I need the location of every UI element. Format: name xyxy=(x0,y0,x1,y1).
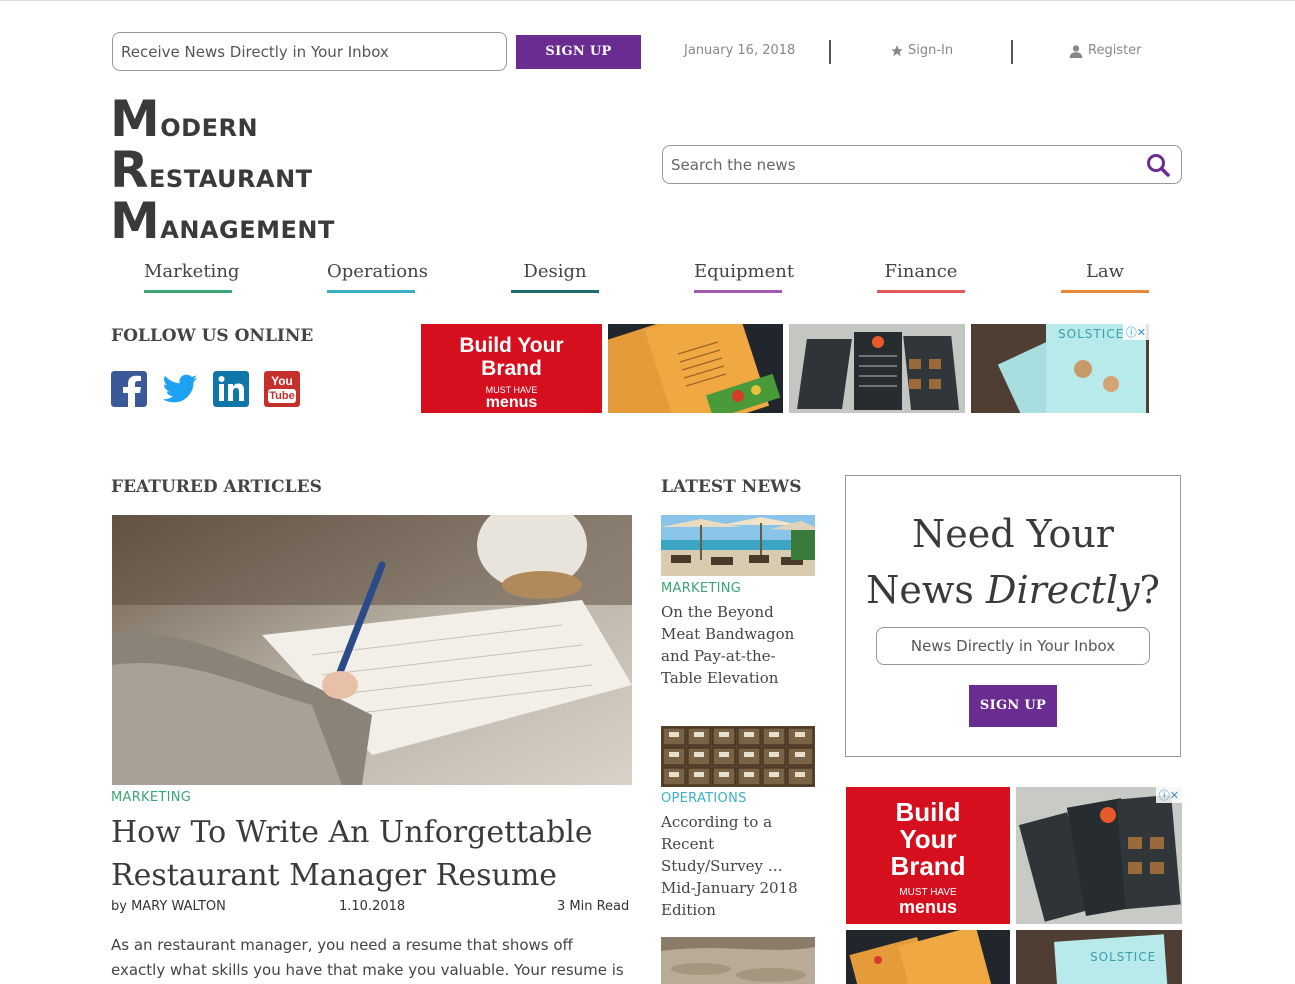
youtube-text: You xyxy=(271,374,293,388)
youtube-text: Tube xyxy=(268,389,296,403)
site-logo[interactable]: Modern Restaurant Management xyxy=(110,94,335,250)
ad-solstice-text: SOLSTICE xyxy=(1090,950,1157,964)
menu-graphic xyxy=(1016,787,1182,924)
nav-operations[interactable]: Operations xyxy=(327,261,428,293)
latest-title[interactable]: According to a Recent Study/Survey … Mid… xyxy=(661,811,816,921)
ad-menus: menus xyxy=(898,897,958,917)
search-box xyxy=(662,145,1182,184)
featured-image[interactable] xyxy=(112,515,632,785)
signin-link[interactable]: Sign-In xyxy=(890,43,953,58)
logo-line: Management xyxy=(110,192,335,250)
newsletter-email-input[interactable] xyxy=(112,32,507,71)
menu-graphic xyxy=(608,324,781,413)
newsletter-box-input[interactable] xyxy=(876,627,1150,665)
latest-image[interactable] xyxy=(661,726,815,787)
current-date: January 16, 2018 xyxy=(684,43,796,58)
ad-choices-icon[interactable]: ⓘ✕ xyxy=(1155,787,1182,803)
ad-menu-image[interactable] xyxy=(846,930,1010,984)
latest-heading: LATEST NEWS xyxy=(661,477,802,497)
featured-author[interactable]: by MARY WALTON xyxy=(111,899,226,914)
featured-category[interactable]: MARKETING xyxy=(111,790,191,805)
nav-finance[interactable]: Finance xyxy=(877,261,965,293)
ad-choices-icon[interactable]: ⓘ✕ xyxy=(1122,324,1149,340)
ad-solstice-cafe[interactable]: SOLSTICE ⓘ✕ xyxy=(971,324,1149,413)
menu-graphic xyxy=(789,324,965,413)
newsletter-box-signup-button[interactable]: SIGN UP xyxy=(969,685,1057,727)
nav-law[interactable]: Law xyxy=(1061,261,1149,293)
nav-equipment[interactable]: Equipment xyxy=(694,261,794,293)
featured-title[interactable]: How To Write An Unforgettable Restaurant… xyxy=(111,811,631,897)
menu-graphic xyxy=(846,930,1010,984)
latest-category[interactable]: MARKETING xyxy=(661,581,741,596)
register-label: Register xyxy=(1088,43,1142,58)
latest-image[interactable] xyxy=(661,515,815,576)
facebook-icon[interactable] xyxy=(111,371,147,407)
ad-menu-image[interactable]: ⓘ✕ xyxy=(1016,787,1182,924)
nav-design[interactable]: Design xyxy=(511,261,599,293)
top-signup-button[interactable]: SIGN UP xyxy=(516,35,641,69)
featured-heading: FEATURED ARTICLES xyxy=(111,477,322,497)
divider xyxy=(1011,40,1013,64)
youtube-icon[interactable]: You Tube xyxy=(264,371,300,407)
follow-heading: FOLLOW US ONLINE xyxy=(111,326,314,346)
ad-build-your-brand[interactable]: Build Your Brand MUST HAVE menus xyxy=(846,787,1010,924)
featured-read-time: 3 Min Read xyxy=(557,899,630,914)
latest-image[interactable] xyxy=(661,937,815,984)
ad-solstice-cafe[interactable]: SOLSTICE xyxy=(1016,930,1182,984)
latest-title[interactable]: On the Beyond Meat Bandwagon and Pay-at-… xyxy=(661,601,816,689)
search-input[interactable] xyxy=(671,146,1141,183)
user-icon xyxy=(1069,44,1083,58)
featured-date: 1.10.2018 xyxy=(339,899,406,914)
ad-menu-image[interactable] xyxy=(789,324,965,413)
newsletter-box-title: Need Your News Directly? xyxy=(866,512,1160,612)
twitter-icon[interactable] xyxy=(162,371,198,407)
latest-category[interactable]: OPERATIONS xyxy=(661,791,747,806)
featured-excerpt: As an restaurant manager, you need a res… xyxy=(111,936,624,979)
search-icon[interactable] xyxy=(1145,152,1171,178)
ad-menu-image[interactable] xyxy=(608,324,783,413)
ad-build-your-brand[interactable]: Build Your Brand MUST HAVE menus xyxy=(421,324,602,413)
nav-marketing[interactable]: Marketing xyxy=(144,261,239,293)
register-link[interactable]: Register xyxy=(1068,43,1142,58)
signin-label: Sign-In xyxy=(908,43,954,58)
divider xyxy=(829,40,831,64)
ad-solstice-text: SOLSTICE xyxy=(1058,327,1125,341)
linkedin-icon[interactable] xyxy=(213,371,249,407)
ad-headline: Build Your Brand xyxy=(459,334,564,380)
star-icon xyxy=(891,44,903,56)
ad-headline: Build Your Brand xyxy=(890,797,966,881)
ad-menus: menus xyxy=(485,394,538,411)
newsletter-box: Need Your News Directly? SIGN UP xyxy=(845,475,1181,757)
